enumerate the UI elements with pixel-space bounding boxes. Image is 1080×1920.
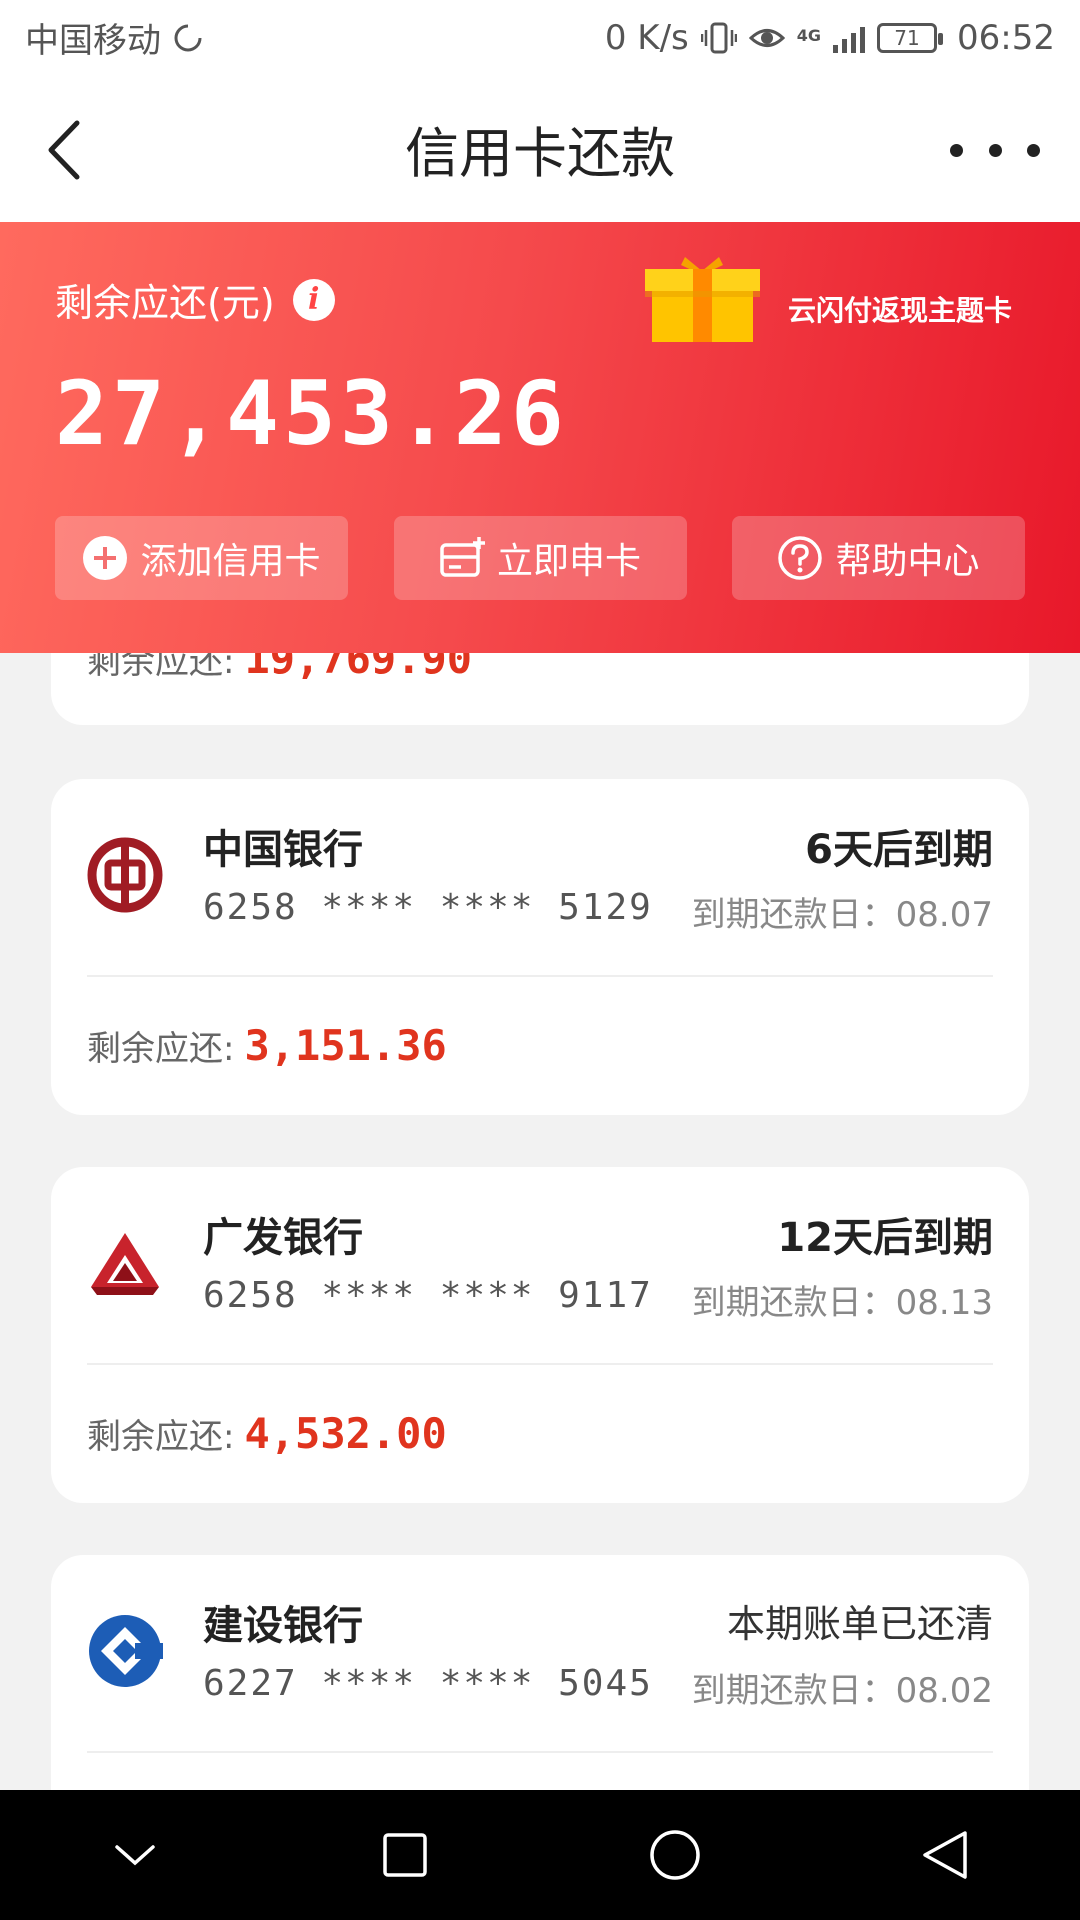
remaining-label-row: 剩余应还(元) i	[55, 272, 335, 327]
remaining-label: 剩余应还:	[87, 653, 235, 682]
more-dot	[950, 143, 963, 157]
triangle-back-icon	[923, 1831, 967, 1879]
recents-button[interactable]	[365, 1815, 445, 1895]
info-icon[interactable]: i	[292, 278, 335, 321]
credit-card-item[interactable]: 建设银行 6227 **** **** 5045 本期账单已还清 到期还款日：0…	[51, 1555, 1029, 1790]
nav-bar: 信用卡还款	[0, 75, 1080, 222]
bank-name: 广发银行	[203, 1215, 363, 1261]
promo-banner[interactable]: 云闪付返现主题卡	[645, 247, 1012, 342]
remaining-amount: 4,532.00	[244, 1408, 447, 1458]
vibrate-icon	[700, 22, 737, 53]
due-date: 到期还款日：08.02	[691, 1671, 993, 1711]
card-number: 6258 **** **** 9117	[203, 1275, 653, 1316]
due-date: 到期还款日：08.13	[691, 1283, 993, 1323]
apply-card-label: 立即申卡	[496, 541, 641, 582]
more-dot	[1027, 143, 1040, 157]
gift-icon	[645, 257, 760, 342]
card-number: 6227 **** **** 5045	[203, 1663, 653, 1704]
system-nav-bar	[0, 1790, 1080, 1920]
card-add-icon	[439, 535, 485, 581]
status-bar: 中国移动 0 K/s 4G 71 06:52	[0, 0, 1080, 75]
due-status: 本期账单已还清	[726, 1602, 993, 1646]
chevron-down-icon	[115, 1845, 155, 1866]
help-center-button[interactable]: 帮助中心	[732, 516, 1025, 600]
remaining-label: 剩余应还:	[87, 1416, 235, 1457]
apply-card-button[interactable]: 立即申卡	[393, 516, 687, 600]
network-type: 4G	[796, 25, 822, 45]
remaining-label: 剩余应还(元)	[55, 281, 275, 325]
eye-icon	[748, 28, 785, 47]
remaining-amount: 3,151.36	[244, 1020, 447, 1070]
credit-card-item[interactable]: 广发银行 6258 **** **** 9117 12天后到期 到期还款日：08…	[51, 1167, 1029, 1503]
action-bar: 添加信用卡 立即申卡 帮助中心	[55, 516, 1025, 600]
remaining-label: 剩余应还:	[87, 1028, 235, 1069]
net-speed: 0 K/s	[604, 17, 689, 58]
credit-card-item[interactable]: 中国银行 6258 **** **** 5129 6天后到期 到期还款日：08.…	[51, 779, 1029, 1115]
back-nav-button[interactable]	[905, 1815, 985, 1895]
repayment-summary: 剩余应还(元) i 27,453.26 云闪付返现主题卡 添加信用卡 立即申卡	[0, 222, 1080, 653]
add-card-button[interactable]: 添加信用卡	[55, 516, 348, 600]
more-button[interactable]	[950, 130, 1040, 170]
back-button[interactable]	[45, 115, 105, 185]
due-date: 到期还款日：08.07	[691, 895, 993, 935]
battery-icon: 71	[877, 22, 944, 53]
signal-icon	[833, 23, 866, 53]
circle-icon	[650, 1830, 700, 1880]
cgb-logo-icon	[91, 1233, 159, 1295]
clock: 06:52	[957, 17, 1055, 58]
help-icon	[777, 535, 823, 581]
credit-card-item[interactable]: 剩余应还: 19,769.90	[51, 653, 1029, 725]
card-list[interactable]: 剩余应还: 19,769.90 中国银行 6258 **** **** 5129…	[0, 653, 1080, 1790]
loading-icon	[174, 24, 202, 51]
carrier-text: 中国移动	[25, 21, 161, 61]
hide-nav-button[interactable]	[95, 1815, 175, 1895]
boc-logo-icon	[87, 837, 163, 913]
bank-name: 建设银行	[203, 1603, 363, 1649]
home-button[interactable]	[635, 1815, 715, 1895]
battery-level: 71	[894, 25, 920, 50]
due-status: 6天后到期	[805, 827, 993, 873]
ccb-logo-icon	[89, 1615, 163, 1687]
plus-circle-icon	[82, 535, 128, 581]
bank-name: 中国银行	[203, 827, 363, 873]
page-title: 信用卡还款	[405, 122, 675, 185]
due-status: 12天后到期	[777, 1215, 993, 1261]
card-number: 6258 **** **** 5129	[203, 887, 653, 928]
add-card-label: 添加信用卡	[140, 541, 321, 582]
chevron-left-icon	[48, 120, 80, 180]
more-dot	[988, 143, 1002, 157]
help-center-label: 帮助中心	[835, 541, 980, 582]
remaining-amount: 19,769.90	[244, 653, 473, 683]
remaining-amount: 27,453.26	[55, 362, 568, 465]
promo-text: 云闪付返现主题卡	[788, 293, 1013, 327]
square-icon	[383, 1833, 427, 1877]
